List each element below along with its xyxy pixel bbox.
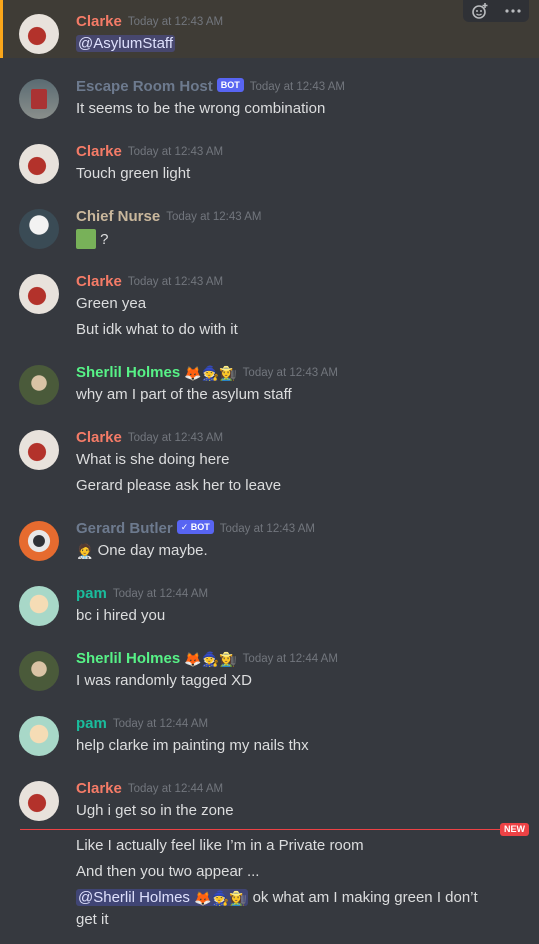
author-label[interactable]: Escape Room Host [76,78,213,95]
avatar[interactable] [19,79,59,119]
author-name[interactable]: Clarke Today at 12:43 AM [76,12,223,32]
message-text: Green yea [76,295,147,312]
avatar[interactable] [19,781,59,821]
author-name[interactable]: Chief Nurse Today at 12:43 AM [76,207,261,227]
avatar[interactable] [19,144,59,184]
author-label[interactable]: Gerard Butler [76,520,173,537]
message-text: But idk what to do with it [76,321,238,338]
avatar[interactable] [19,521,59,561]
timestamp: Today at 12:44 AM [242,653,338,665]
mention-label[interactable]: @Sherlil Holmes [78,889,190,906]
timestamp: Today at 12:43 AM [127,16,224,28]
timestamp: Today at 12:43 AM [166,211,262,223]
author-name[interactable]: Sherlil Holmes 🦊🧙👩‍🌾 Today at 12:43 AM [76,363,338,383]
new-messages-divider [20,829,518,830]
message-text: Like I actually feel like I’m in a Priva… [76,837,364,854]
author-label[interactable]: Clarke [76,429,122,446]
chat-log: Clarke Today at 12:43 AM Escape Room Host… [0,0,539,944]
timestamp: Today at 12:43 AM [242,367,338,379]
author-name[interactable]: Escape Room Host BOT Today at 12:43 AM [76,77,345,97]
author-label[interactable]: pam [76,585,107,602]
message-text: bc i hired you [76,607,166,624]
add-reaction-icon[interactable] [468,1,492,21]
author-name[interactable]: pam Today at 12:44 AM [76,714,208,734]
name-emoji: 🦊🧙👩‍🌾 [184,365,237,381]
author-name[interactable]: Clarke Today at 12:43 AM [76,428,223,448]
doctor-emoji: 🧑‍⚕️ [76,543,94,559]
author-name[interactable]: Clarke Today at 12:43 AM [76,272,223,292]
avatar[interactable] [19,651,59,691]
message-text: @AsylumStaff [76,34,175,54]
timestamp: Today at 12:43 AM [219,523,316,535]
message-text: And then you two appear ... [76,863,260,880]
author-name[interactable]: Gerard Butler ✓ BOT Today at 12:43 AM [76,519,315,539]
green-square-emoji [76,229,96,249]
timestamp: Today at 12:43 AM [127,276,224,288]
author-label[interactable]: pam [76,715,107,732]
avatar[interactable] [19,586,59,626]
more-icon[interactable] [501,1,525,21]
avatar[interactable] [19,209,59,249]
name-emoji: 🦊🧙👩‍🌾 [184,651,237,667]
mention-emoji: 🦊🧙👩‍🌾 [194,890,247,906]
author-label[interactable]: Clarke [76,13,122,30]
mention[interactable]: @Sherlil Holmes 🦊🧙👩‍🌾 [76,889,249,906]
avatar[interactable] [19,716,59,756]
message-text: 🧑‍⚕️ One day maybe. [76,541,208,561]
avatar[interactable] [19,430,59,470]
timestamp: Today at 12:44 AM [112,718,209,730]
message-text: Ugh i get so in the zone [76,802,234,819]
message-text-part: ok what am I making green I don’t [252,889,478,906]
avatar[interactable] [19,274,59,314]
author-label[interactable]: Sherlil Holmes [76,650,180,667]
timestamp: Today at 12:44 AM [112,588,209,600]
bot-badge: BOT [216,78,244,92]
new-badge: NEW [500,823,529,836]
author-label[interactable]: Clarke [76,273,122,290]
timestamp: Today at 12:44 AM [127,783,224,795]
author-name[interactable]: pam Today at 12:44 AM [76,584,208,604]
author-name[interactable]: Clarke Today at 12:44 AM [76,779,223,799]
message-text-part: One day maybe. [97,542,208,559]
message-text: It seems to be the wrong combination [76,100,326,117]
author-name[interactable]: Clarke Today at 12:43 AM [76,142,223,162]
timestamp: Today at 12:43 AM [249,81,345,93]
message-text: ? [76,229,109,250]
message-text-part: ? [100,231,109,248]
author-label[interactable]: Sherlil Holmes [76,364,180,381]
message-text: Touch green light [76,165,191,182]
author-name[interactable]: Sherlil Holmes 🦊🧙👩‍🌾 Today at 12:44 AM [76,649,338,669]
message-text: Gerard please ask her to leave [76,477,282,494]
avatar[interactable] [19,14,59,54]
timestamp: Today at 12:43 AM [127,432,224,444]
message-text: get it [76,911,109,928]
mention[interactable]: @AsylumStaff [76,35,175,52]
avatar[interactable] [19,365,59,405]
bot-badge: ✓ BOT [176,520,214,534]
message-text: What is she doing here [76,451,230,468]
message-text: @Sherlil Holmes 🦊🧙👩‍🌾 ok what am I makin… [76,888,478,908]
message-text: help clarke im painting my nails thx [76,737,309,754]
message-text: I was randomly tagged XD [76,672,252,689]
author-label[interactable]: Clarke [76,780,122,797]
author-label[interactable]: Clarke [76,143,122,160]
message-toolbar [463,0,529,22]
timestamp: Today at 12:43 AM [127,146,224,158]
message-text: why am I part of the asylum staff [76,386,292,403]
author-label[interactable]: Chief Nurse [76,208,160,225]
